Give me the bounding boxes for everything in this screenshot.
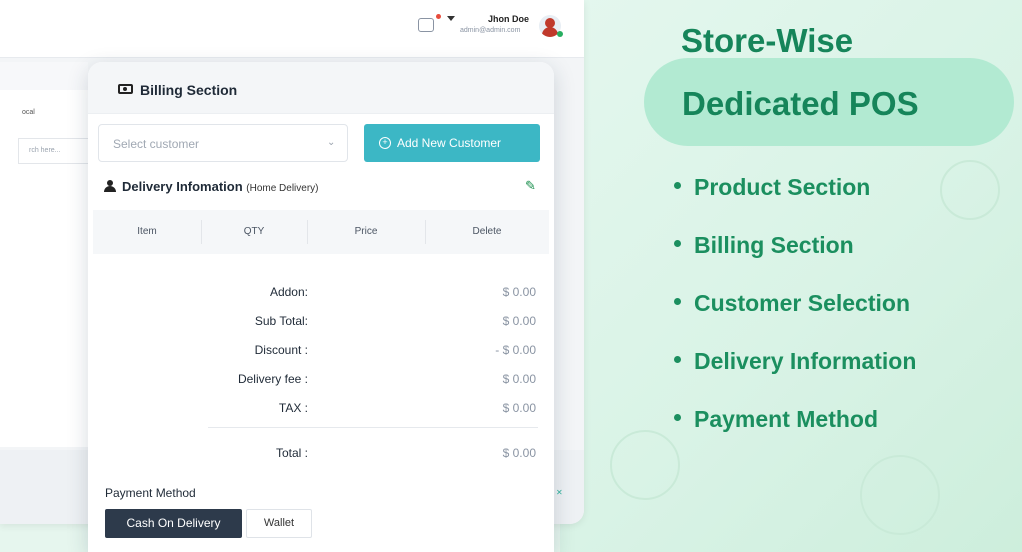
bullet-icon [674, 414, 681, 422]
feature-text: Delivery Information [694, 348, 917, 374]
feature-item: Billing Section [674, 232, 854, 259]
delivery-title-text: Delivery Infomation [122, 179, 243, 194]
feature-item: Customer Selection [674, 290, 910, 317]
user-email: admin@admin.com [460, 27, 521, 34]
promo-title-line2: Dedicated POS [682, 85, 919, 122]
chevron-down-icon: ⌄ [327, 137, 336, 148]
wallet-button[interactable]: Wallet [246, 509, 312, 538]
customer-select-placeholder: Select customer [113, 137, 200, 151]
total-value: $ 0.00 [502, 446, 536, 460]
column-header-delete: Delete [472, 226, 502, 237]
cart-table-header: Item QTY Price Delete [93, 210, 549, 254]
subtotal-label: Sub Total: [254, 314, 308, 328]
discount-value: - $ 0.00 [495, 343, 536, 357]
cash-on-delivery-button[interactable]: Cash On Delivery [105, 509, 242, 538]
close-icon[interactable]: ✕ [556, 488, 563, 497]
promo-title-line1: Store-Wise [681, 22, 854, 59]
bullet-icon [674, 182, 681, 190]
subtotal-value: $ 0.00 [502, 314, 536, 328]
feature-item: Product Section [674, 174, 870, 201]
pencil-icon[interactable]: ✎ [525, 178, 536, 194]
payment-method-title: Payment Method [105, 486, 196, 500]
tax-label: TAX : [278, 401, 308, 415]
chevron-down-icon[interactable] [447, 16, 455, 21]
money-bill-icon [118, 84, 133, 94]
delivery-type: (Home Delivery) [246, 183, 319, 194]
tax-value: $ 0.00 [502, 401, 536, 415]
add-new-customer-button[interactable]: + Add New Customer [364, 124, 540, 162]
billing-header: Billing Section [88, 62, 554, 114]
notification-dot [436, 14, 441, 19]
discount-label: Discount : [254, 343, 308, 357]
delivery-fee-label: Delivery fee : [237, 372, 308, 386]
message-icon[interactable] [418, 18, 434, 32]
delivery-fee-value: $ 0.00 [502, 372, 536, 386]
bullet-icon [674, 240, 681, 248]
column-header-item: Item [137, 226, 157, 237]
location-label: ocal [22, 109, 35, 116]
bullet-icon [674, 356, 681, 364]
total-label: Total : [275, 446, 308, 460]
decor-circle [940, 160, 1000, 220]
addon-label: Addon: [269, 285, 308, 299]
plus-circle-icon: + [379, 137, 391, 149]
product-panel-background [0, 62, 88, 447]
column-header-price: Price [354, 226, 378, 237]
delivery-information-title: Delivery Infomation (Home Delivery) [122, 179, 319, 194]
user-name: Jhon Doe [488, 14, 530, 24]
bullet-icon [674, 298, 681, 306]
product-search-input[interactable]: rch here... [18, 138, 88, 164]
top-bar: Jhon Doe admin@admin.com [0, 0, 584, 58]
feature-text: Payment Method [694, 406, 879, 432]
feature-item: Delivery Information [674, 348, 916, 375]
feature-item: Payment Method [674, 406, 878, 433]
customer-select[interactable]: Select customer ⌄ [98, 124, 348, 162]
feature-text: Product Section [694, 174, 871, 200]
feature-text: Customer Selection [694, 290, 910, 316]
add-new-customer-label: Add New Customer [397, 136, 502, 150]
feature-text: Billing Section [694, 232, 854, 258]
search-placeholder: rch here... [29, 147, 61, 154]
decor-circle [860, 455, 940, 535]
online-status-icon [557, 31, 563, 37]
addon-value: $ 0.00 [502, 285, 536, 299]
user-icon [104, 180, 116, 192]
billing-title: Billing Section [140, 82, 238, 98]
product-panel-header [0, 62, 88, 90]
summary-divider [208, 427, 538, 428]
column-header-qty: QTY [243, 226, 265, 237]
decor-circle [610, 430, 680, 500]
billing-card: Billing Section Select customer ⌄ + Add … [88, 62, 554, 552]
